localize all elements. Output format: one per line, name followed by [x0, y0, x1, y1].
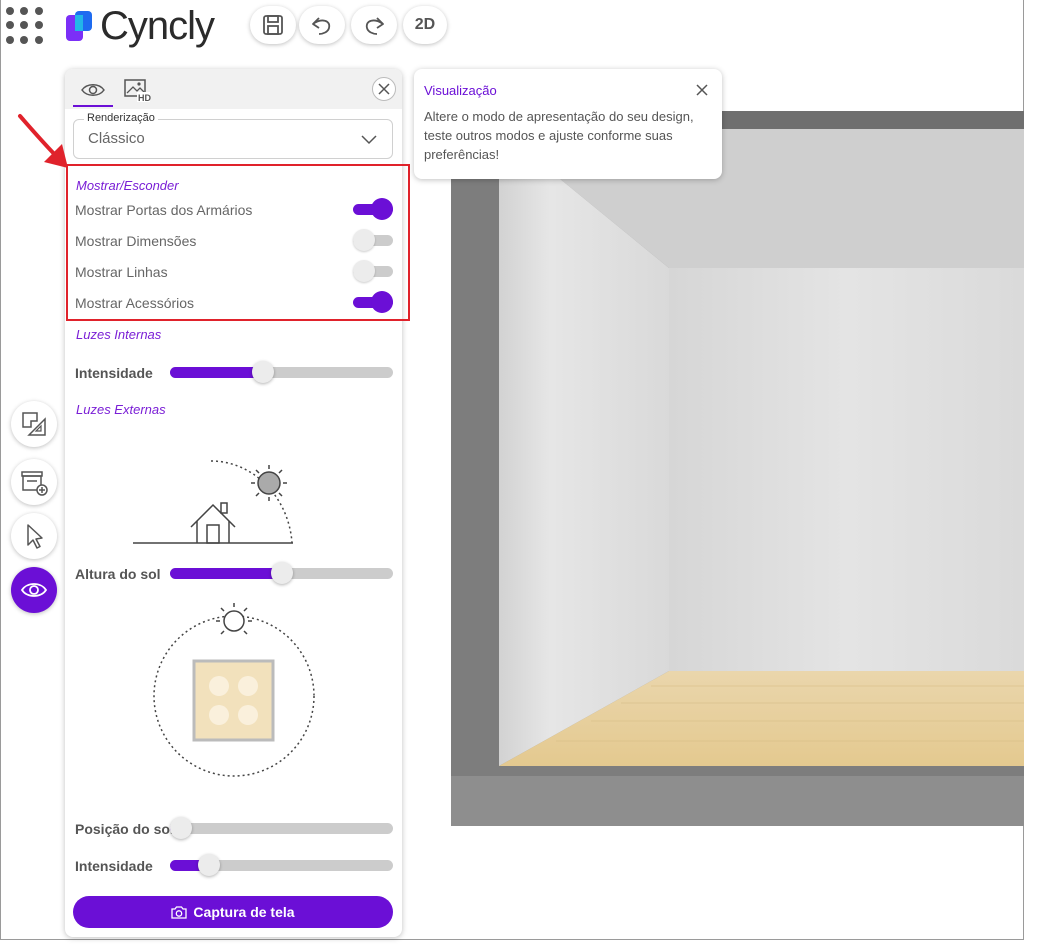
render-mode-select[interactable]: Renderização Clássico — [73, 112, 393, 159]
screenshot-button[interactable]: Captura de tela — [73, 896, 393, 928]
eye-icon — [20, 583, 48, 597]
render-mode-value: Clássico — [88, 130, 145, 147]
close-icon — [378, 83, 390, 95]
tab-hd-render[interactable]: HD — [117, 75, 157, 107]
floorplan-ruler-icon — [22, 412, 46, 436]
screenshot-button-label: Captura de tela — [193, 904, 295, 920]
sun-icon — [216, 603, 252, 635]
annotation-highlight-box — [66, 164, 410, 321]
close-icon — [696, 84, 708, 96]
tooltip-title: Visualização — [424, 83, 497, 98]
tooltip-body: Altere o modo de apresentação do seu des… — [424, 109, 694, 162]
visualization-tooltip: Visualização Altere o modo de apresentaç… — [414, 69, 722, 179]
redo-icon — [365, 17, 384, 35]
panel-header: HD — [65, 69, 402, 109]
render-mode-label: Renderização — [84, 112, 158, 124]
floorplan-tool-button[interactable] — [11, 401, 57, 447]
view-2d-button[interactable]: 2D — [403, 6, 447, 44]
undo-icon — [312, 17, 331, 35]
chevron-down-icon — [361, 135, 377, 145]
back-wall — [669, 268, 1024, 671]
sun-height-slider[interactable] — [170, 562, 393, 584]
brand-name: Cyncly — [100, 4, 215, 48]
apps-grid-icon[interactable] — [6, 7, 44, 45]
external-intensity-slider[interactable] — [170, 854, 393, 876]
svg-text:HD: HD — [138, 93, 151, 103]
save-icon — [263, 15, 283, 35]
cursor-icon — [27, 524, 43, 549]
tooltip-close-button[interactable] — [696, 83, 708, 101]
camera-icon — [171, 906, 188, 919]
select-tool-button[interactable] — [11, 513, 57, 559]
add-cabinet-button[interactable] — [11, 459, 57, 505]
cyncly-logo-icon — [66, 11, 96, 41]
panel-close-button[interactable] — [372, 77, 396, 101]
sun-position-slider[interactable] — [170, 817, 393, 839]
sun-height-illustration — [133, 460, 293, 544]
sun-position-illustration — [153, 603, 315, 777]
sun-position-label: Posição do sol — [75, 821, 174, 837]
external-lights-title: Luzes Externas — [76, 402, 166, 417]
eye-icon — [81, 84, 105, 96]
redo-button[interactable] — [351, 6, 397, 44]
view-tool-button[interactable] — [11, 567, 57, 613]
internal-lights-title: Luzes Internas — [76, 327, 162, 342]
sun-icon — [251, 465, 287, 501]
internal-intensity-slider[interactable] — [170, 361, 393, 383]
sun-height-label: Altura do sol — [75, 566, 161, 582]
external-intensity-label: Intensidade — [75, 858, 153, 874]
brand-logo: Cyncly — [66, 4, 215, 48]
cabinet-add-icon — [21, 471, 48, 496]
save-button[interactable] — [250, 6, 296, 44]
internal-intensity-label: Intensidade — [75, 365, 153, 381]
tab-view[interactable] — [73, 75, 113, 107]
hd-image-icon: HD — [124, 79, 151, 103]
undo-button[interactable] — [299, 6, 345, 44]
annotation-arrow-icon — [18, 114, 68, 168]
3d-viewport[interactable] — [451, 111, 1024, 826]
